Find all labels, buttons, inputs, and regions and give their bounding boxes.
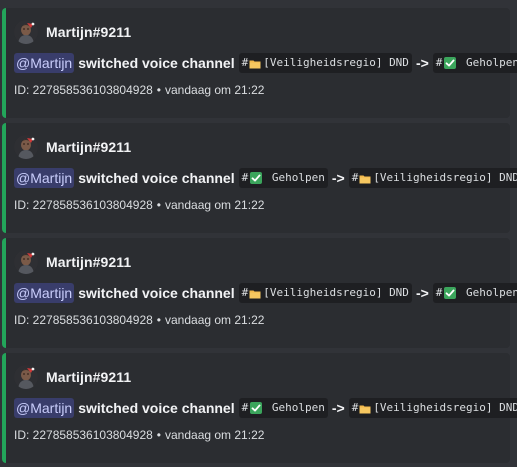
embed-description: @Martijn switched voice channel # Geholp… (14, 397, 517, 419)
check-mark-icon (250, 402, 263, 414)
channel-hash: # (351, 171, 359, 184)
folder-icon (249, 59, 261, 68)
arrow-text: -> (415, 285, 429, 301)
user-mention[interactable]: @Martijn (14, 168, 75, 188)
author-name[interactable]: Martijn#9211 (46, 254, 131, 270)
channel-hash: # (435, 56, 443, 69)
user-mention[interactable]: @Martijn (14, 283, 75, 303)
embed-author: Martijn#9211 (14, 250, 498, 274)
action-text: switched voice channel (78, 400, 235, 416)
embed-author: Martijn#9211 (14, 20, 498, 44)
footer-separator: • (156, 428, 161, 442)
channel-hash: # (241, 171, 249, 184)
voice-switch-embed: Martijn#9211 @Martijn switched voice cha… (2, 8, 517, 118)
arrow-text: -> (415, 55, 429, 71)
check-mark-icon (444, 287, 457, 299)
action-text: switched voice channel (78, 170, 235, 186)
footer-separator: • (156, 198, 161, 212)
folder-icon (359, 404, 371, 413)
channel-hash: # (241, 286, 249, 299)
channel-name: [Veiligheidsregio] DND (263, 56, 409, 69)
avatar[interactable] (14, 250, 38, 274)
author-name[interactable]: Martijn#9211 (46, 24, 131, 40)
avatar[interactable] (14, 365, 38, 389)
channel-hash: # (241, 56, 249, 69)
footer-id: ID: 227858536103804928 (14, 83, 153, 97)
channel-name: Geholpen (459, 56, 517, 69)
footer-timestamp: vandaag om 21:22 (165, 83, 265, 97)
channel-code-to: # Geholpen (432, 53, 517, 73)
user-mention[interactable]: @Martijn (14, 53, 75, 73)
channel-code-from: # Geholpen (238, 168, 328, 188)
channel-code-to: # [Veiligheidsregio] DND (348, 168, 517, 188)
footer-id: ID: 227858536103804928 (14, 198, 153, 212)
arrow-text: -> (331, 170, 345, 186)
channel-name: Geholpen (459, 286, 517, 299)
avatar[interactable] (14, 20, 38, 44)
footer-timestamp: vandaag om 21:22 (165, 198, 265, 212)
check-mark-icon (250, 172, 263, 184)
channel-name: [Veiligheidsregio] DND (373, 171, 517, 184)
channel-code-to: # Geholpen (432, 283, 517, 303)
footer-id: ID: 227858536103804928 (14, 428, 153, 442)
footer-separator: • (156, 313, 161, 327)
arrow-text: -> (331, 400, 345, 416)
channel-code-from: # Geholpen (238, 398, 328, 418)
embed-author: Martijn#9211 (14, 135, 498, 159)
embed-description: @Martijn switched voice channel # [Veili… (14, 282, 517, 304)
voice-switch-embed: Martijn#9211 @Martijn switched voice cha… (2, 238, 517, 348)
embed-description: @Martijn switched voice channel # Geholp… (14, 167, 517, 189)
user-mention[interactable]: @Martijn (14, 398, 75, 418)
action-text: switched voice channel (78, 55, 235, 71)
folder-icon (249, 289, 261, 298)
author-name[interactable]: Martijn#9211 (46, 139, 131, 155)
channel-code-from: # [Veiligheidsregio] DND (238, 53, 412, 73)
embed-footer: ID: 227858536103804928 • vandaag om 21:2… (14, 82, 498, 98)
embed-footer: ID: 227858536103804928 • vandaag om 21:2… (14, 312, 498, 328)
embed-author: Martijn#9211 (14, 365, 498, 389)
author-name[interactable]: Martijn#9211 (46, 369, 131, 385)
embed-description: @Martijn switched voice channel # [Veili… (14, 52, 517, 74)
embed-footer: ID: 227858536103804928 • vandaag om 21:2… (14, 427, 498, 443)
channel-name: Geholpen (265, 401, 325, 414)
channel-hash: # (435, 286, 443, 299)
channel-code-from: # [Veiligheidsregio] DND (238, 283, 412, 303)
channel-code-to: # [Veiligheidsregio] DND (348, 398, 517, 418)
action-text: switched voice channel (78, 285, 235, 301)
check-mark-icon (444, 57, 457, 69)
footer-id: ID: 227858536103804928 (14, 313, 153, 327)
voice-switch-embed: Martijn#9211 @Martijn switched voice cha… (2, 353, 517, 463)
channel-name: Geholpen (265, 171, 325, 184)
channel-hash: # (351, 401, 359, 414)
voice-switch-embed: Martijn#9211 @Martijn switched voice cha… (2, 123, 517, 233)
channel-name: [Veiligheidsregio] DND (263, 286, 409, 299)
footer-separator: • (156, 83, 161, 97)
avatar[interactable] (14, 135, 38, 159)
footer-timestamp: vandaag om 21:22 (165, 428, 265, 442)
channel-name: [Veiligheidsregio] DND (373, 401, 517, 414)
footer-timestamp: vandaag om 21:22 (165, 313, 265, 327)
channel-hash: # (241, 401, 249, 414)
embed-footer: ID: 227858536103804928 • vandaag om 21:2… (14, 197, 498, 213)
folder-icon (359, 174, 371, 183)
